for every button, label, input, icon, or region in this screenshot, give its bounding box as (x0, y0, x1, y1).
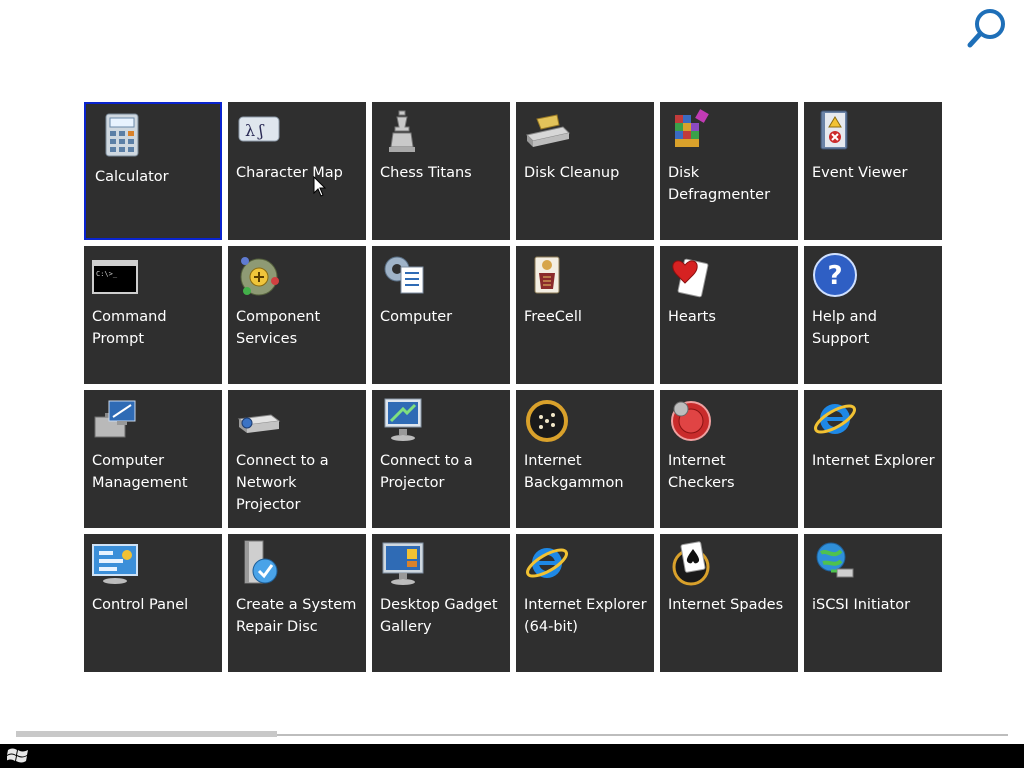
tile-freecell[interactable]: FreeCell (516, 246, 654, 384)
taskbar (0, 744, 1024, 768)
windows-start-icon (6, 748, 28, 763)
tile-label: Internet Explorer (812, 453, 935, 469)
search-icon (967, 9, 1005, 48)
network-projector-icon (237, 414, 281, 433)
tile-label: Internet Backgammon (524, 453, 624, 491)
tile-label: Component Services (236, 309, 321, 347)
tile-create-system-repair-disc[interactable]: Create a System Repair Disc (228, 534, 366, 672)
disk-defragmenter-icon (675, 109, 709, 147)
component-services-icon (240, 257, 279, 296)
tile-label: Help and Support (812, 309, 877, 347)
backgammon-icon (526, 400, 568, 442)
tile-label: Control Panel (92, 597, 189, 613)
internet-explorer-64-icon (526, 548, 568, 578)
svg-text:?: ? (827, 261, 842, 291)
tile-label: Computer Management (92, 453, 188, 491)
tile-internet-explorer[interactable]: Internet Explorer (804, 390, 942, 528)
scrollbar-thumb[interactable] (16, 731, 277, 737)
tile-label: Desktop Gadget Gallery (380, 597, 498, 635)
tile-event-viewer[interactable]: Event Viewer (804, 102, 942, 240)
disk-cleanup-icon (526, 114, 570, 147)
event-viewer-icon (820, 110, 848, 150)
tile-internet-spades[interactable]: Internet Spades (660, 534, 798, 672)
checkers-icon (671, 401, 711, 441)
freecell-icon (534, 256, 560, 294)
control-panel-icon (92, 544, 138, 584)
chess-icon (389, 110, 415, 152)
svg-text:λ: λ (245, 121, 255, 140)
tile-label: iSCSI Initiator (812, 597, 911, 613)
tile-hearts[interactable]: Hearts (660, 246, 798, 384)
tile-iscsi-initiator[interactable]: iSCSI Initiator (804, 534, 942, 672)
tile-computer[interactable]: Computer (372, 246, 510, 384)
tile-label: Internet Checkers (668, 453, 735, 491)
calculator-icon (105, 113, 139, 157)
tile-calculator[interactable]: Calculator (84, 102, 222, 240)
gadget-gallery-icon (382, 542, 424, 585)
app-grid: Calculator λ ʃ Character Map Chess Titan… (84, 102, 942, 672)
spades-icon (672, 541, 710, 586)
help-icon: ? (813, 253, 857, 297)
tile-connect-network-projector[interactable]: Connect to a Network Projector (228, 390, 366, 528)
computer-management-icon (94, 400, 136, 438)
tile-label: Character Map (236, 165, 343, 181)
tile-internet-explorer-64[interactable]: Internet Explorer (64-bit) (516, 534, 654, 672)
command-prompt-icon: C:\>_ (92, 260, 138, 294)
tile-computer-management[interactable]: Computer Management (84, 390, 222, 528)
tile-label: Connect to a Projector (380, 453, 473, 491)
tile-connect-projector[interactable]: Connect to a Projector (372, 390, 510, 528)
tile-help-and-support[interactable]: ? Help and Support (804, 246, 942, 384)
tile-internet-checkers[interactable]: Internet Checkers (660, 390, 798, 528)
computer-icon (384, 256, 424, 294)
tile-internet-backgammon[interactable]: Internet Backgammon (516, 390, 654, 528)
tile-label: Create a System Repair Disc (236, 597, 357, 635)
svg-text:C:\>_: C:\>_ (96, 270, 118, 278)
tile-component-services[interactable]: Component Services (228, 246, 366, 384)
projector-icon (384, 398, 422, 441)
tile-label: Hearts (668, 309, 716, 325)
hearts-icon (672, 258, 709, 298)
tile-label: Computer (380, 309, 453, 325)
tile-label: Command Prompt (92, 309, 167, 347)
tile-command-prompt[interactable]: C:\>_ Command Prompt (84, 246, 222, 384)
tile-label: Calculator (95, 169, 169, 185)
tile-label: FreeCell (524, 309, 582, 325)
tile-disk-defragmenter[interactable]: Disk Defragmenter (660, 102, 798, 240)
tile-disk-cleanup[interactable]: Disk Cleanup (516, 102, 654, 240)
tile-label: Event Viewer (812, 165, 908, 181)
tile-character-map[interactable]: λ ʃ Character Map (228, 102, 366, 240)
tile-label: Disk Defragmenter (668, 165, 771, 203)
search-button[interactable] (964, 4, 1012, 52)
character-map-icon: λ ʃ (238, 116, 280, 142)
repair-disc-icon (244, 540, 278, 584)
tile-chess-titans[interactable]: Chess Titans (372, 102, 510, 240)
tile-label: Internet Spades (668, 597, 784, 613)
tile-control-panel[interactable]: Control Panel (84, 534, 222, 672)
tile-label: Connect to a Network Projector (236, 453, 329, 513)
iscsi-icon (816, 542, 854, 578)
tile-desktop-gadget-gallery[interactable]: Desktop Gadget Gallery (372, 534, 510, 672)
tile-label: Chess Titans (380, 165, 472, 181)
tile-label: Disk Cleanup (524, 165, 620, 181)
internet-explorer-icon (814, 404, 856, 434)
tile-label: Internet Explorer (64-bit) (524, 597, 647, 635)
start-button[interactable] (6, 747, 29, 765)
